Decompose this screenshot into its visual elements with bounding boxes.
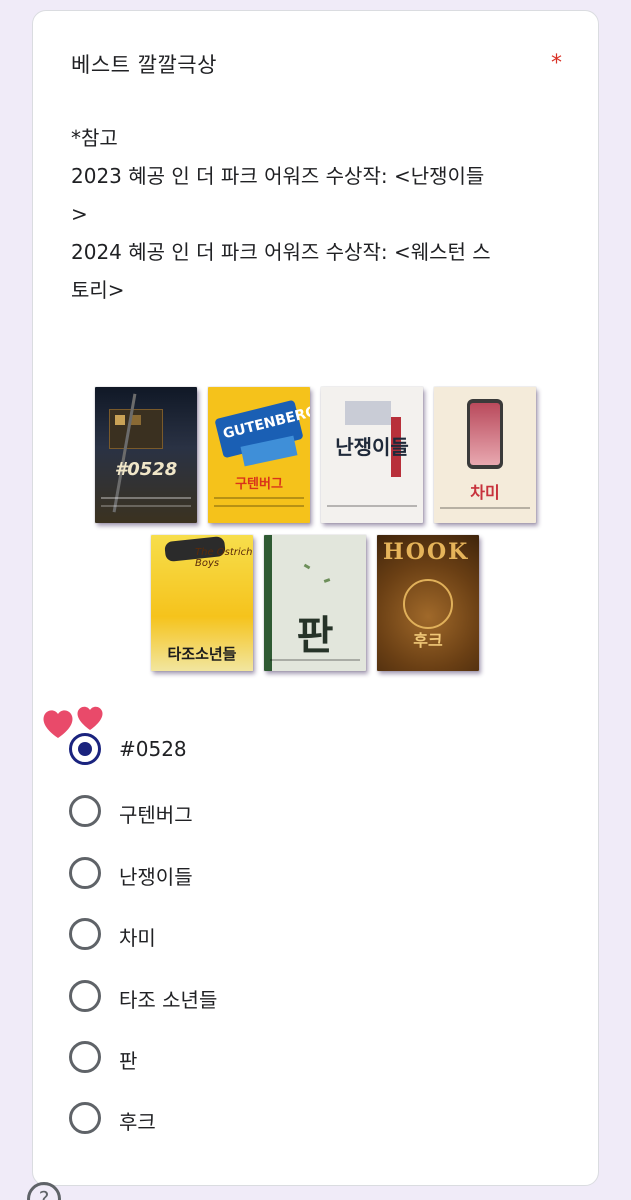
option-gutenberg[interactable]: 구텐버그 — [69, 787, 549, 837]
poster-0528: #0528 — [95, 387, 197, 523]
option-tajo[interactable]: 타조 소년들 — [69, 972, 549, 1022]
poster-chami: 차미 — [434, 387, 536, 523]
poster-title: 판 — [296, 613, 334, 659]
radio-unchecked[interactable] — [69, 857, 101, 889]
description-line: *참고 — [71, 126, 118, 150]
option-label: 타조 소년들 — [119, 988, 218, 1012]
poster-tajo: The Ostrich Boys 타조소년들 — [151, 535, 253, 671]
radio-dot-icon — [78, 742, 92, 756]
radio-unchecked[interactable] — [69, 918, 101, 950]
poster-hook: HOOK 후크 — [377, 535, 479, 671]
radio-unchecked[interactable] — [69, 980, 101, 1012]
radio-unchecked[interactable] — [69, 1041, 101, 1073]
question-card: 베스트 깔깔극상 * *참고 2023 혜공 인 더 파크 어워즈 수상작: <… — [32, 10, 599, 1186]
poster-pan: 판 — [264, 535, 366, 671]
option-pan[interactable]: 판 — [69, 1033, 549, 1083]
radio-unchecked[interactable] — [69, 1102, 101, 1134]
option-label: 차미 — [119, 926, 156, 950]
poster-title: 타조소년들 — [167, 645, 237, 663]
radio-unchecked[interactable] — [69, 795, 101, 827]
option-label: 후크 — [119, 1110, 156, 1134]
option-chami[interactable]: 차미 — [69, 910, 549, 960]
option-nanjaengideul[interactable]: 난쟁이들 — [69, 849, 549, 899]
option-hook[interactable]: 후크 — [69, 1094, 549, 1144]
option-0528[interactable]: #0528 — [69, 725, 549, 775]
poster-title: 후크 — [413, 631, 443, 650]
poster-title: 구텐버그 — [235, 477, 283, 492]
option-label: #0528 — [119, 737, 187, 761]
form-page: 베스트 깔깔극상 * *참고 2023 혜공 인 더 파크 어워즈 수상작: <… — [0, 0, 631, 1200]
description-line: 2023 혜공 인 더 파크 어워즈 수상작: <난쟁이들 — [71, 164, 485, 188]
poster-title: 난쟁이들 — [335, 435, 409, 459]
hearts-sticker-icon — [43, 706, 103, 738]
poster-title: #0528 — [114, 459, 178, 480]
required-asterisk: * — [551, 51, 562, 76]
poster-gutenberg: GUTENBERG 구텐버그 — [208, 387, 310, 523]
question-description: *참고 2023 혜공 인 더 파크 어워즈 수상작: <난쟁이들 > 2024… — [71, 119, 561, 309]
option-label: 난쟁이들 — [119, 865, 193, 889]
question-title: 베스트 깔깔극상 — [71, 53, 217, 77]
poster-title: 차미 — [470, 483, 500, 502]
description-line: > — [71, 202, 88, 226]
poster-nanjaengideul: 난쟁이들 — [321, 387, 423, 523]
description-line: 2024 혜공 인 더 파크 어워즈 수상작: <웨스턴 스 — [71, 240, 491, 264]
option-label: 구텐버그 — [119, 803, 193, 827]
description-line: 토리> — [71, 278, 125, 302]
option-label: 판 — [119, 1049, 138, 1073]
